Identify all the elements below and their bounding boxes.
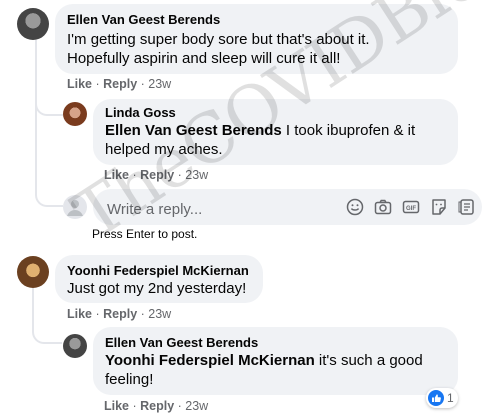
avatar-sticker-icon[interactable] [458,198,476,216]
thread-line [35,40,37,190]
user-placeholder-icon [67,200,83,216]
timestamp[interactable]: 23w [148,307,171,321]
thread-connector [35,100,63,116]
thread-connector [32,322,62,344]
gif-icon[interactable]: GIF [402,198,420,216]
reply-text: feeling! [105,371,154,388]
reply-link[interactable]: Reply [140,168,174,182]
comment-author[interactable]: Yoonhi Federspiel McKiernan [67,263,249,278]
press-enter-hint: Press Enter to post. [92,227,198,241]
reply-input[interactable] [105,197,329,221]
reaction-badge[interactable]: 1 [426,388,458,408]
reply-actions: Like · Reply · 23w [104,168,209,182]
reply-author[interactable]: Linda Goss [105,105,176,120]
timestamp[interactable]: 23w [185,168,208,182]
avatar[interactable] [63,334,87,358]
avatar[interactable] [63,102,87,126]
like-reaction-icon [428,390,444,406]
thread-connector [35,175,63,207]
comment-actions: Like · Reply · 23w [67,307,172,321]
reply-actions: Like · Reply · 23w [104,399,209,413]
like-link[interactable]: Like [104,168,129,182]
reply-link[interactable]: Reply [140,399,174,413]
reply-link[interactable]: Reply [103,307,137,321]
comment-text: Just got my 2nd yesterday! [67,280,247,297]
avatar[interactable] [17,256,49,288]
reply-author[interactable]: Ellen Van Geest Berends [105,335,258,350]
comment-text: Hopefully aspirin and sleep will cure it… [67,50,341,67]
like-link[interactable]: Like [67,77,92,91]
reply-text-content: I took ibuprofen & it [281,122,416,139]
timestamp[interactable]: 23w [185,399,208,413]
comment-text: I'm getting super body sore but that's a… [67,31,370,48]
avatar[interactable] [17,8,49,40]
reply-text: helped my aches. [105,141,223,158]
comment-actions: Like · Reply · 23w [67,77,172,91]
like-link[interactable]: Like [67,307,92,321]
sticker-icon[interactable] [430,198,448,216]
mention-link[interactable]: Yoonhi Federspiel McKiernan [105,352,315,369]
reply-text: Yoonhi Federspiel McKiernan it's such a … [105,351,423,371]
timestamp[interactable]: 23w [148,77,171,91]
reply-text-content: it's such a good [314,352,423,369]
mention-link[interactable]: Ellen Van Geest Berends [105,122,282,139]
current-user-avatar [63,195,87,219]
reaction-count: 1 [447,391,454,405]
camera-icon[interactable] [374,198,392,216]
svg-text:GIF: GIF [406,206,416,212]
comment-author[interactable]: Ellen Van Geest Berends [67,12,220,27]
like-link[interactable]: Like [104,399,129,413]
emoji-icon[interactable] [346,198,364,216]
reply-text: Ellen Van Geest Berends I took ibuprofen… [105,121,415,141]
reply-link[interactable]: Reply [103,77,137,91]
